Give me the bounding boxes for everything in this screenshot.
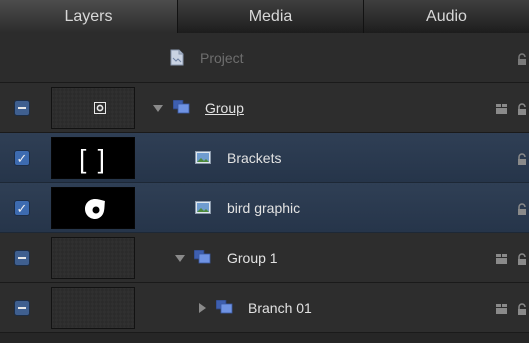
disclosure-triangle-icon[interactable] — [153, 105, 163, 112]
image-file-icon — [195, 201, 211, 214]
disclosure-triangle-icon[interactable] — [175, 255, 185, 262]
project-label: Project — [200, 50, 244, 66]
tab-audio[interactable]: Audio — [364, 0, 529, 33]
lock-icon[interactable] — [517, 253, 527, 265]
project-row[interactable]: Project — [0, 33, 529, 83]
layer-name[interactable]: bird graphic — [227, 200, 300, 216]
layer-stack-icon[interactable] — [496, 304, 509, 314]
camera-frame-icon — [94, 102, 106, 114]
layer-thumbnail — [51, 237, 135, 279]
layer-name[interactable]: Brackets — [227, 150, 281, 166]
layer-name[interactable]: Group — [205, 100, 244, 116]
layer-activation-checkbox[interactable] — [14, 250, 30, 266]
layer-stack-icon[interactable] — [496, 104, 509, 114]
layer-name[interactable]: Branch 01 — [248, 300, 312, 316]
layer-thumbnail: [ ] — [51, 137, 135, 179]
layer-activation-checkbox[interactable] — [14, 100, 30, 116]
layer-row-group[interactable]: Group — [0, 83, 529, 133]
layer-row-group-1[interactable]: Group 1 — [0, 233, 529, 283]
group-icon — [216, 300, 233, 314]
disclosure-triangle-icon[interactable] — [199, 303, 206, 313]
lock-icon[interactable] — [517, 153, 527, 165]
group-icon — [194, 250, 211, 264]
image-file-icon — [195, 151, 211, 164]
layer-activation-checkbox[interactable] — [14, 300, 30, 316]
layer-row-bird-graphic[interactable]: bird graphic — [0, 183, 529, 233]
tab-media[interactable]: Media — [178, 0, 364, 33]
layer-activation-checkbox[interactable] — [14, 150, 30, 166]
layer-row-brackets[interactable]: [ ] Brackets — [0, 133, 529, 183]
tab-layers[interactable]: Layers — [0, 0, 178, 33]
lock-icon[interactable] — [517, 203, 527, 215]
lock-icon[interactable] — [517, 103, 527, 115]
layer-stack-icon[interactable] — [496, 254, 509, 264]
layer-activation-checkbox[interactable] — [14, 200, 30, 216]
tab-bar: Layers Media Audio — [0, 0, 529, 33]
brackets-thumbnail-glyph: [ ] — [79, 144, 107, 174]
layer-row-branch-01[interactable]: Branch 01 — [0, 283, 529, 333]
layer-thumbnail — [51, 287, 135, 329]
lock-icon[interactable] — [517, 53, 527, 65]
layer-thumbnail — [51, 187, 135, 229]
bird-graphic-icon — [85, 199, 105, 219]
layer-thumbnail — [51, 87, 135, 129]
lock-icon[interactable] — [517, 303, 527, 315]
layer-name[interactable]: Group 1 — [227, 250, 278, 266]
group-icon — [173, 100, 190, 114]
project-icon — [170, 49, 184, 66]
